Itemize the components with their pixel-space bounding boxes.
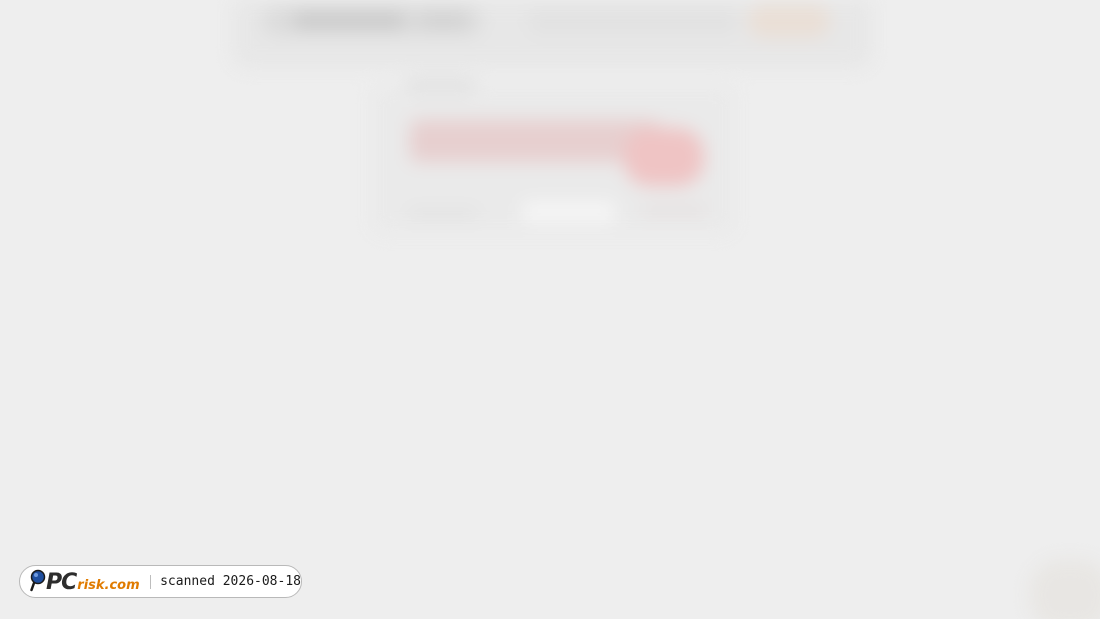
logo-text-pc: PC: [46, 570, 77, 595]
page: PC risk.com scanned 2026-08-18: [0, 0, 1100, 619]
blurred-page-content: [0, 0, 1100, 619]
blurred-search-field: [528, 8, 738, 34]
magnifier-icon: [30, 569, 46, 592]
blurred-card-label: [406, 78, 476, 92]
blurred-corner-element: [1030, 560, 1100, 619]
blurred-header-bar: [232, 0, 872, 68]
blurred-red-element: [624, 128, 704, 186]
blurred-site-name: [294, 12, 404, 28]
blurred-action-button: [748, 4, 830, 38]
blurred-headline: [410, 120, 660, 162]
scan-date-text: scanned 2026-08-18: [160, 574, 301, 589]
blurred-white-button: [522, 202, 616, 222]
blurred-caption-left: [408, 210, 478, 218]
pcrisk-logo: PC risk.com: [30, 565, 140, 598]
logo-text-domain: risk.com: [77, 578, 140, 593]
scan-badge: PC risk.com scanned 2026-08-18: [19, 565, 302, 598]
blurred-content-card: [372, 78, 734, 234]
blurred-nav-link: [420, 14, 466, 26]
blurred-caption-right: [642, 206, 706, 216]
